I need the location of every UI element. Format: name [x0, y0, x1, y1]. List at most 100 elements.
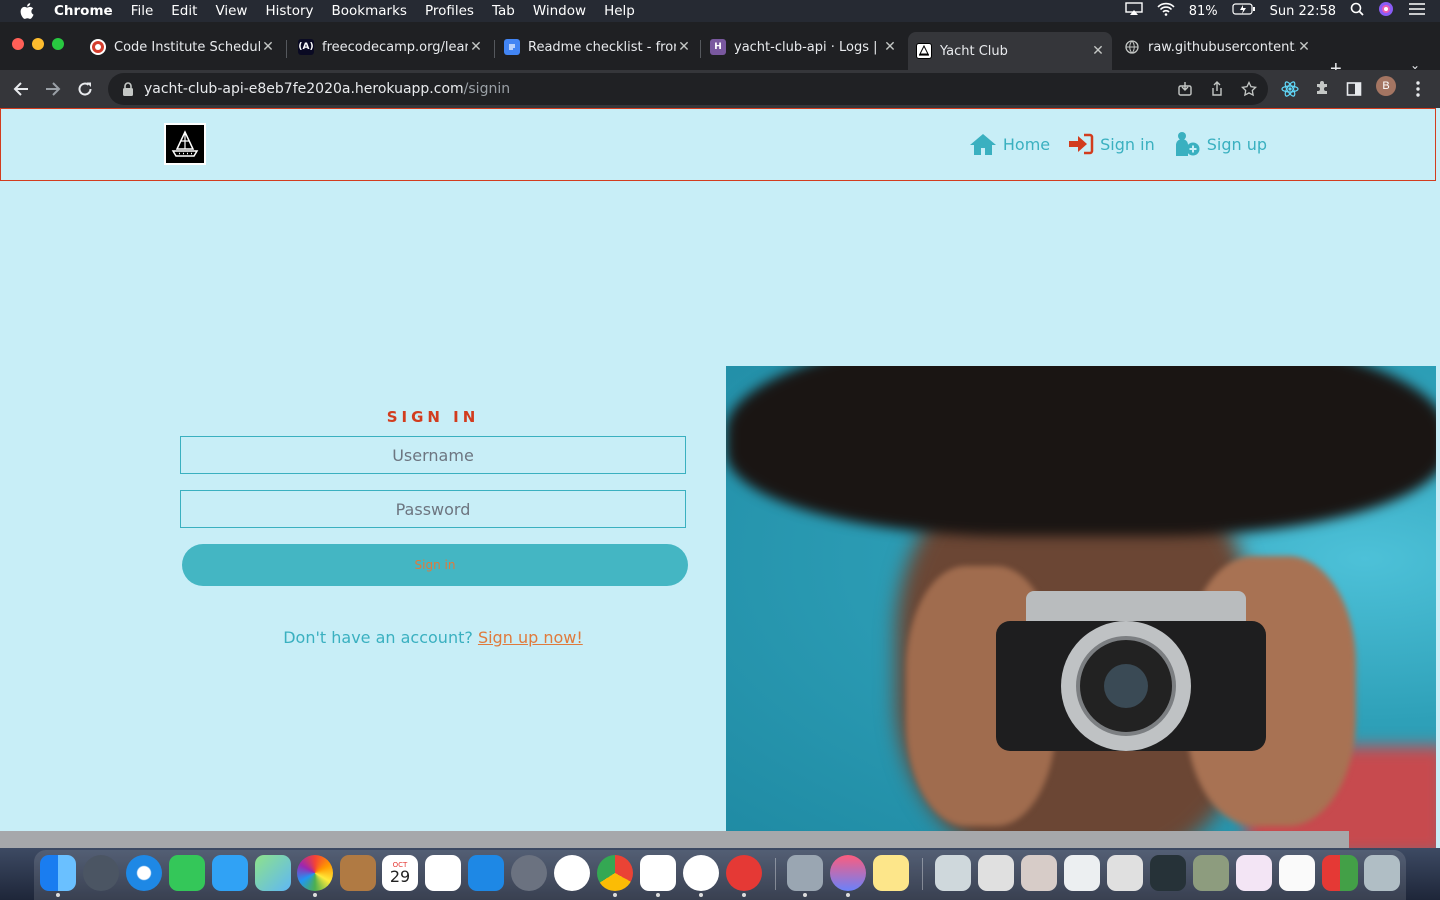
- code-institute-icon: [90, 39, 106, 55]
- minimized-window-thumbnail[interactable]: [1064, 855, 1100, 891]
- menu-history[interactable]: History: [265, 3, 313, 19]
- tab-freecodecamp[interactable]: (A) freecodecamp.org/learn/ ✕: [290, 32, 490, 62]
- minimized-window-thumbnail[interactable]: [1279, 855, 1315, 891]
- install-app-icon[interactable]: [1176, 80, 1194, 98]
- mail-app-icon[interactable]: [726, 855, 762, 891]
- slack-icon[interactable]: [640, 855, 676, 891]
- menu-app-name[interactable]: Chrome: [54, 3, 113, 19]
- vertical-scrollbar[interactable]: [1436, 108, 1440, 768]
- minimized-window-thumbnail[interactable]: [1150, 855, 1186, 891]
- notes-icon[interactable]: [873, 855, 909, 891]
- tab-code-institute[interactable]: Code Institute Schedule ✕: [82, 32, 282, 62]
- news-icon[interactable]: [554, 855, 590, 891]
- minimized-window-thumbnail[interactable]: [1236, 855, 1272, 891]
- yacht-club-logo[interactable]: [164, 123, 206, 165]
- tab-heroku-logs[interactable]: H yacht-club-api · Logs | H ✕: [702, 32, 904, 62]
- siri-icon[interactable]: [1378, 1, 1394, 21]
- close-window-button[interactable]: [12, 38, 24, 50]
- share-icon[interactable]: [1208, 80, 1226, 98]
- nav-signin-link[interactable]: Sign in: [1068, 131, 1155, 157]
- system-preferences-icon[interactable]: [511, 855, 547, 891]
- preview-icon[interactable]: [787, 855, 823, 891]
- maps-icon[interactable]: [255, 855, 291, 891]
- minimized-window-thumbnail[interactable]: [1193, 855, 1229, 891]
- minimized-window-thumbnail[interactable]: [1021, 855, 1057, 891]
- reminders-icon[interactable]: [425, 855, 461, 891]
- signup-now-link[interactable]: Sign up now!: [478, 628, 583, 647]
- airplay-icon[interactable]: [1125, 2, 1143, 20]
- macos-dock: OCT 29: [0, 848, 1440, 900]
- hero-hair: [726, 366, 1436, 536]
- close-tab-icon[interactable]: ✕: [882, 39, 898, 55]
- finder-icon[interactable]: [40, 855, 76, 891]
- battery-icon[interactable]: [1232, 3, 1256, 19]
- horizontal-scrollbar[interactable]: [0, 831, 1349, 848]
- launchpad-icon[interactable]: [83, 855, 119, 891]
- smiley-app-icon[interactable]: [683, 855, 719, 891]
- menubar-clock[interactable]: Sun 22:58: [1270, 4, 1336, 19]
- address-url[interactable]: yacht-club-api-e8eb7fe2020a.herokuapp.co…: [144, 81, 510, 97]
- close-tab-icon[interactable]: ✕: [1296, 39, 1312, 55]
- safari-icon[interactable]: [126, 855, 162, 891]
- apple-icon[interactable]: [20, 3, 38, 19]
- menu-view[interactable]: View: [215, 3, 247, 19]
- music-icon[interactable]: [830, 855, 866, 891]
- spotlight-search-icon[interactable]: [1350, 2, 1364, 20]
- menu-profiles[interactable]: Profiles: [425, 3, 474, 19]
- password-input[interactable]: [180, 490, 686, 528]
- add-user-icon: [1175, 132, 1200, 156]
- bookmark-star-icon[interactable]: [1240, 80, 1258, 98]
- reload-button[interactable]: [74, 78, 96, 100]
- app-store-icon[interactable]: [468, 855, 504, 891]
- react-devtools-icon[interactable]: [1280, 79, 1300, 99]
- nav-signup-link[interactable]: Sign up: [1173, 131, 1267, 157]
- tab-readme-checklist[interactable]: Readme checklist - front ✕: [496, 32, 698, 62]
- no-account-text: Don't have an account?: [283, 628, 473, 647]
- close-tab-icon[interactable]: ✕: [260, 39, 276, 55]
- close-tab-icon[interactable]: ✕: [468, 39, 484, 55]
- close-tab-icon[interactable]: ✕: [676, 39, 692, 55]
- minimized-window-thumbnail[interactable]: [978, 855, 1014, 891]
- calendar-icon[interactable]: OCT 29: [382, 855, 418, 891]
- home-icon: [969, 134, 996, 155]
- menu-bookmarks[interactable]: Bookmarks: [332, 3, 407, 19]
- facetime-icon[interactable]: [169, 855, 205, 891]
- forward-button[interactable]: [42, 78, 64, 100]
- profile-avatar[interactable]: B: [1376, 76, 1396, 96]
- menu-window[interactable]: Window: [533, 3, 586, 19]
- lock-icon[interactable]: [122, 82, 134, 96]
- chrome-icon[interactable]: [597, 855, 633, 891]
- chrome-menu-icon[interactable]: [1408, 79, 1428, 99]
- photos-icon[interactable]: [297, 855, 333, 891]
- wifi-icon[interactable]: [1157, 2, 1175, 20]
- trash-icon[interactable]: [1364, 855, 1400, 891]
- nav-home-label: Home: [1002, 134, 1051, 154]
- running-indicator: [613, 893, 617, 897]
- extensions-puzzle-icon[interactable]: [1312, 79, 1332, 99]
- contacts-icon[interactable]: [340, 855, 376, 891]
- username-input[interactable]: [180, 436, 686, 474]
- back-button[interactable]: [10, 78, 32, 100]
- close-tab-icon[interactable]: ✕: [1090, 43, 1106, 59]
- menu-file[interactable]: File: [131, 3, 154, 19]
- dock-separator: [775, 858, 776, 890]
- menu-help[interactable]: Help: [604, 3, 635, 19]
- messages-icon[interactable]: [212, 855, 248, 891]
- macos-menu-bar: Chrome File Edit View History Bookmarks …: [0, 0, 1440, 22]
- signin-submit-button[interactable]: Sign in: [182, 544, 688, 586]
- zoom-window-button[interactable]: [52, 38, 64, 50]
- minimized-window-thumbnail[interactable]: [1107, 855, 1143, 891]
- tab-label: freecodecamp.org/learn/: [322, 39, 468, 55]
- menu-edit[interactable]: Edit: [171, 3, 197, 19]
- minimized-window-thumbnail[interactable]: [1322, 855, 1358, 891]
- tab-yacht-club[interactable]: Yacht Club ✕: [908, 32, 1112, 70]
- side-panel-icon[interactable]: [1344, 79, 1364, 99]
- running-indicator: [656, 893, 660, 897]
- minimized-window-thumbnail[interactable]: [935, 855, 971, 891]
- tab-raw-github[interactable]: raw.githubusercontent.c ✕: [1116, 32, 1318, 62]
- minimize-window-button[interactable]: [32, 38, 44, 50]
- menu-tab[interactable]: Tab: [492, 3, 515, 19]
- nav-home-link[interactable]: Home: [969, 131, 1050, 157]
- address-bar[interactable]: yacht-club-api-e8eb7fe2020a.herokuapp.co…: [108, 73, 1268, 105]
- control-center-icon[interactable]: [1408, 2, 1426, 20]
